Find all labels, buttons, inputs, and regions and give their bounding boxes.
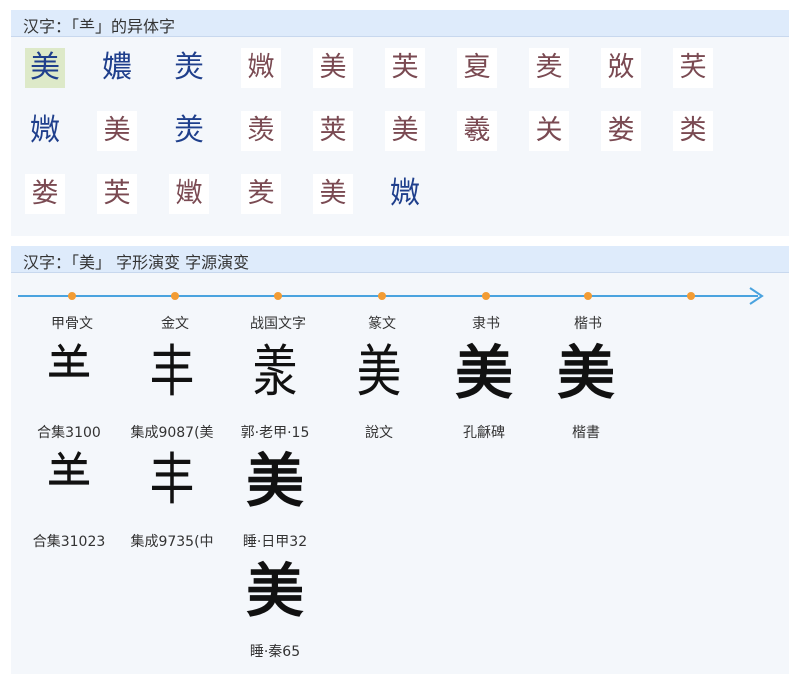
variant-glyph[interactable]: 羲: [457, 111, 497, 151]
glyph-form: 丰: [149, 340, 195, 405]
glyph-form: 丰: [149, 448, 195, 513]
variant-glyph[interactable]: 嬍: [169, 174, 209, 214]
era-label: 楷书: [574, 316, 602, 332]
variant-glyph[interactable]: 美: [313, 174, 353, 214]
source-label: 楷書: [572, 425, 600, 441]
variant-glyph[interactable]: 美: [97, 111, 137, 151]
variant-glyph[interactable]: 芺: [673, 48, 713, 88]
glyph-form: 美: [356, 340, 402, 405]
source-label: 睡·日甲32: [242, 534, 308, 550]
era-label: 隶书: [472, 316, 500, 332]
timeline-dot: [171, 292, 179, 300]
timeline-dot: [378, 292, 386, 300]
variants-panel: 汉字：「⺷」的异体字 美𡢿羙媺美芙㚆羑敚芺媺美羙羡荚美羲关娄类娄芙嬍羑美媺: [11, 10, 789, 236]
timeline-dot: [584, 292, 592, 300]
era-label: 战国文字: [250, 316, 306, 332]
glyph-form: 羕: [252, 340, 298, 405]
variant-glyph[interactable]: 羑: [241, 174, 281, 214]
variant-glyph[interactable]: 美: [25, 48, 65, 88]
era-label: 篆文: [368, 316, 396, 332]
evolution-title: 汉字：「美」 字形演变 字源演变: [23, 253, 250, 272]
variant-glyph[interactable]: 敚: [601, 48, 641, 88]
source-label: 睡·秦65: [249, 644, 301, 660]
timeline-dot: [687, 292, 695, 300]
variant-glyph[interactable]: 媺: [25, 111, 65, 151]
timeline-dot: [68, 292, 76, 300]
variant-glyph[interactable]: 芙: [385, 48, 425, 88]
variant-glyph[interactable]: 媺: [385, 174, 425, 214]
timeline-dot: [482, 292, 490, 300]
source-label: 集成9735(中: [130, 534, 214, 550]
variant-glyph[interactable]: 羙: [169, 111, 209, 151]
variant-glyph[interactable]: 媺: [241, 48, 281, 88]
timeline-dot: [274, 292, 282, 300]
variants-title: 汉字：「⺷」的异体字: [23, 17, 176, 36]
variant-glyph[interactable]: 美: [313, 48, 353, 88]
variant-glyph[interactable]: 关: [529, 111, 569, 151]
glyph-form: ⺷: [46, 340, 92, 405]
variants-header: 汉字：「⺷」的异体字: [11, 10, 789, 37]
variant-glyph[interactable]: 美: [385, 111, 425, 151]
variant-glyph[interactable]: 羙: [169, 48, 209, 88]
source-label: 合集3100: [37, 425, 101, 441]
source-label: 集成9087(美: [130, 425, 214, 441]
variant-glyph[interactable]: 娄: [25, 174, 65, 214]
era-label: 甲骨文: [51, 316, 93, 332]
source-label: 郭·老甲·15: [240, 425, 310, 441]
variant-glyph[interactable]: 荚: [313, 111, 353, 151]
glyph-form: 美: [556, 339, 615, 407]
source-label: 說文: [365, 425, 393, 441]
variant-glyph[interactable]: 羡: [241, 111, 281, 151]
glyph-form: 美: [245, 557, 304, 625]
source-label: 合集31023: [32, 534, 106, 550]
glyph-form: 美: [454, 339, 513, 407]
variant-glyph[interactable]: 芙: [97, 174, 137, 214]
evolution-header: 汉字：「美」 字形演变 字源演变: [11, 246, 789, 273]
timeline-arrow-icon: [749, 287, 764, 305]
timeline-line: [18, 295, 758, 297]
era-label: 金文: [161, 316, 189, 332]
glyph-form: ⺷: [46, 448, 92, 513]
evolution-panel: 汉字：「美」 字形演变 字源演变 甲骨文 金文 战国文字 篆文 隶书 楷书 ⺷合集3100…: [11, 246, 789, 674]
variant-glyph[interactable]: 羑: [529, 48, 569, 88]
variant-glyph[interactable]: 㚆: [457, 48, 497, 88]
variant-glyph[interactable]: 娄: [601, 111, 641, 151]
variant-glyph[interactable]: 类: [673, 111, 713, 151]
source-label: 孔龢碑: [463, 425, 505, 441]
glyph-form: 美: [245, 447, 304, 515]
variant-glyph[interactable]: 𡢿: [97, 48, 137, 88]
